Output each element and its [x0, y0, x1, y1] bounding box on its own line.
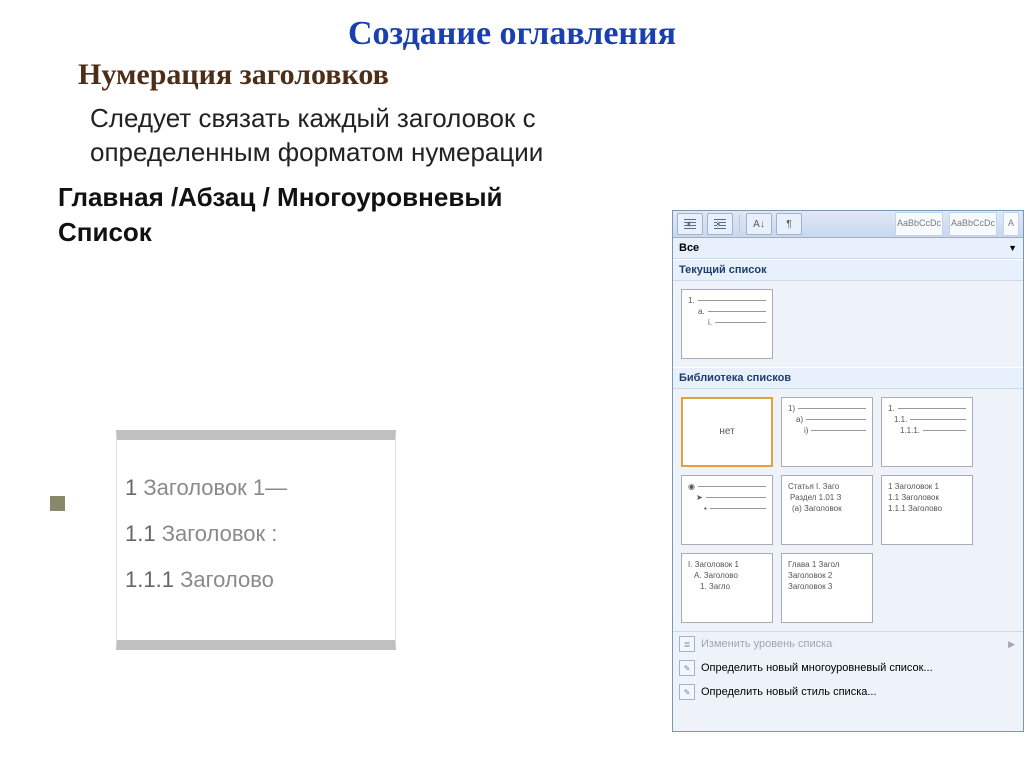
section-library: Библиотека списков: [673, 367, 1023, 389]
list-thumb[interactable]: I. Заголовок 1 A. Заголово 1. Загло: [681, 553, 773, 623]
increase-indent-icon[interactable]: [707, 213, 733, 235]
list-thumb[interactable]: 1. 1.1. 1.1.1.: [881, 397, 973, 467]
heading-preview: 1 Заголовок 1— 1.1 Заголовок : 1.1.1 Заг…: [116, 430, 396, 650]
body-text: Следует связать каждый заголовок с опред…: [90, 102, 590, 170]
list-thumb[interactable]: ◉ ➤ ▪: [681, 475, 773, 545]
style-preview[interactable]: AaBbCcDc: [895, 212, 943, 236]
level-icon: ≣: [679, 636, 695, 652]
all-dropdown[interactable]: Все ▼: [673, 238, 1023, 259]
style-preview[interactable]: AaBbCcDc: [949, 212, 997, 236]
preview-line: 1 Заголовок 1—: [125, 475, 387, 501]
multilevel-list-panel: А↓ ¶ AaBbCcDc AaBbCcDc A Все ▼ Текущий с…: [672, 210, 1024, 732]
list-thumb[interactable]: Статья I. Заго Раздел 1.01 З (a) Заголов…: [781, 475, 873, 545]
define-multilevel-menu[interactable]: ✎ Определить новый многоуровневый список…: [673, 656, 1023, 680]
define-style-menu[interactable]: ✎ Определить новый стиль списка...: [673, 680, 1023, 704]
chevron-right-icon: ▶: [1008, 639, 1015, 650]
show-marks-icon[interactable]: ¶: [776, 213, 802, 235]
chevron-down-icon: ▼: [1008, 243, 1017, 253]
preview-line: 1.1.1 Заголово: [125, 567, 387, 593]
section-current-list: Текущий список: [673, 259, 1023, 281]
style-preview[interactable]: A: [1003, 212, 1019, 236]
ribbon-toolbar: А↓ ¶ AaBbCcDc AaBbCcDc A: [673, 211, 1023, 238]
preview-line: 1.1 Заголовок :: [125, 521, 387, 547]
page-title: Создание оглавления: [0, 15, 1024, 53]
define-style-icon: ✎: [679, 684, 695, 700]
list-thumb-none[interactable]: нет: [681, 397, 773, 467]
sort-icon[interactable]: А↓: [746, 213, 772, 235]
change-level-menu[interactable]: ≣ Изменить уровень списка ▶: [673, 632, 1023, 656]
current-list-thumb[interactable]: 1. a. i.: [681, 289, 773, 359]
panel-bottom-menu: ≣ Изменить уровень списка ▶ ✎ Определить…: [673, 631, 1023, 704]
list-thumb[interactable]: 1) a) i): [781, 397, 873, 467]
define-list-icon: ✎: [679, 660, 695, 676]
decrease-indent-icon[interactable]: [677, 213, 703, 235]
list-thumb[interactable]: 1 Заголовок 1 1.1 Заголовок 1.1.1 Заголо…: [881, 475, 973, 545]
menu-path: Главная /Абзац / Многоуровневый Список: [58, 180, 558, 250]
subtitle: Нумерация заголовков: [78, 58, 1024, 92]
list-thumb[interactable]: Глава 1 Загол Заголовок 2 Заголовок 3: [781, 553, 873, 623]
bullet-square: [50, 496, 65, 511]
